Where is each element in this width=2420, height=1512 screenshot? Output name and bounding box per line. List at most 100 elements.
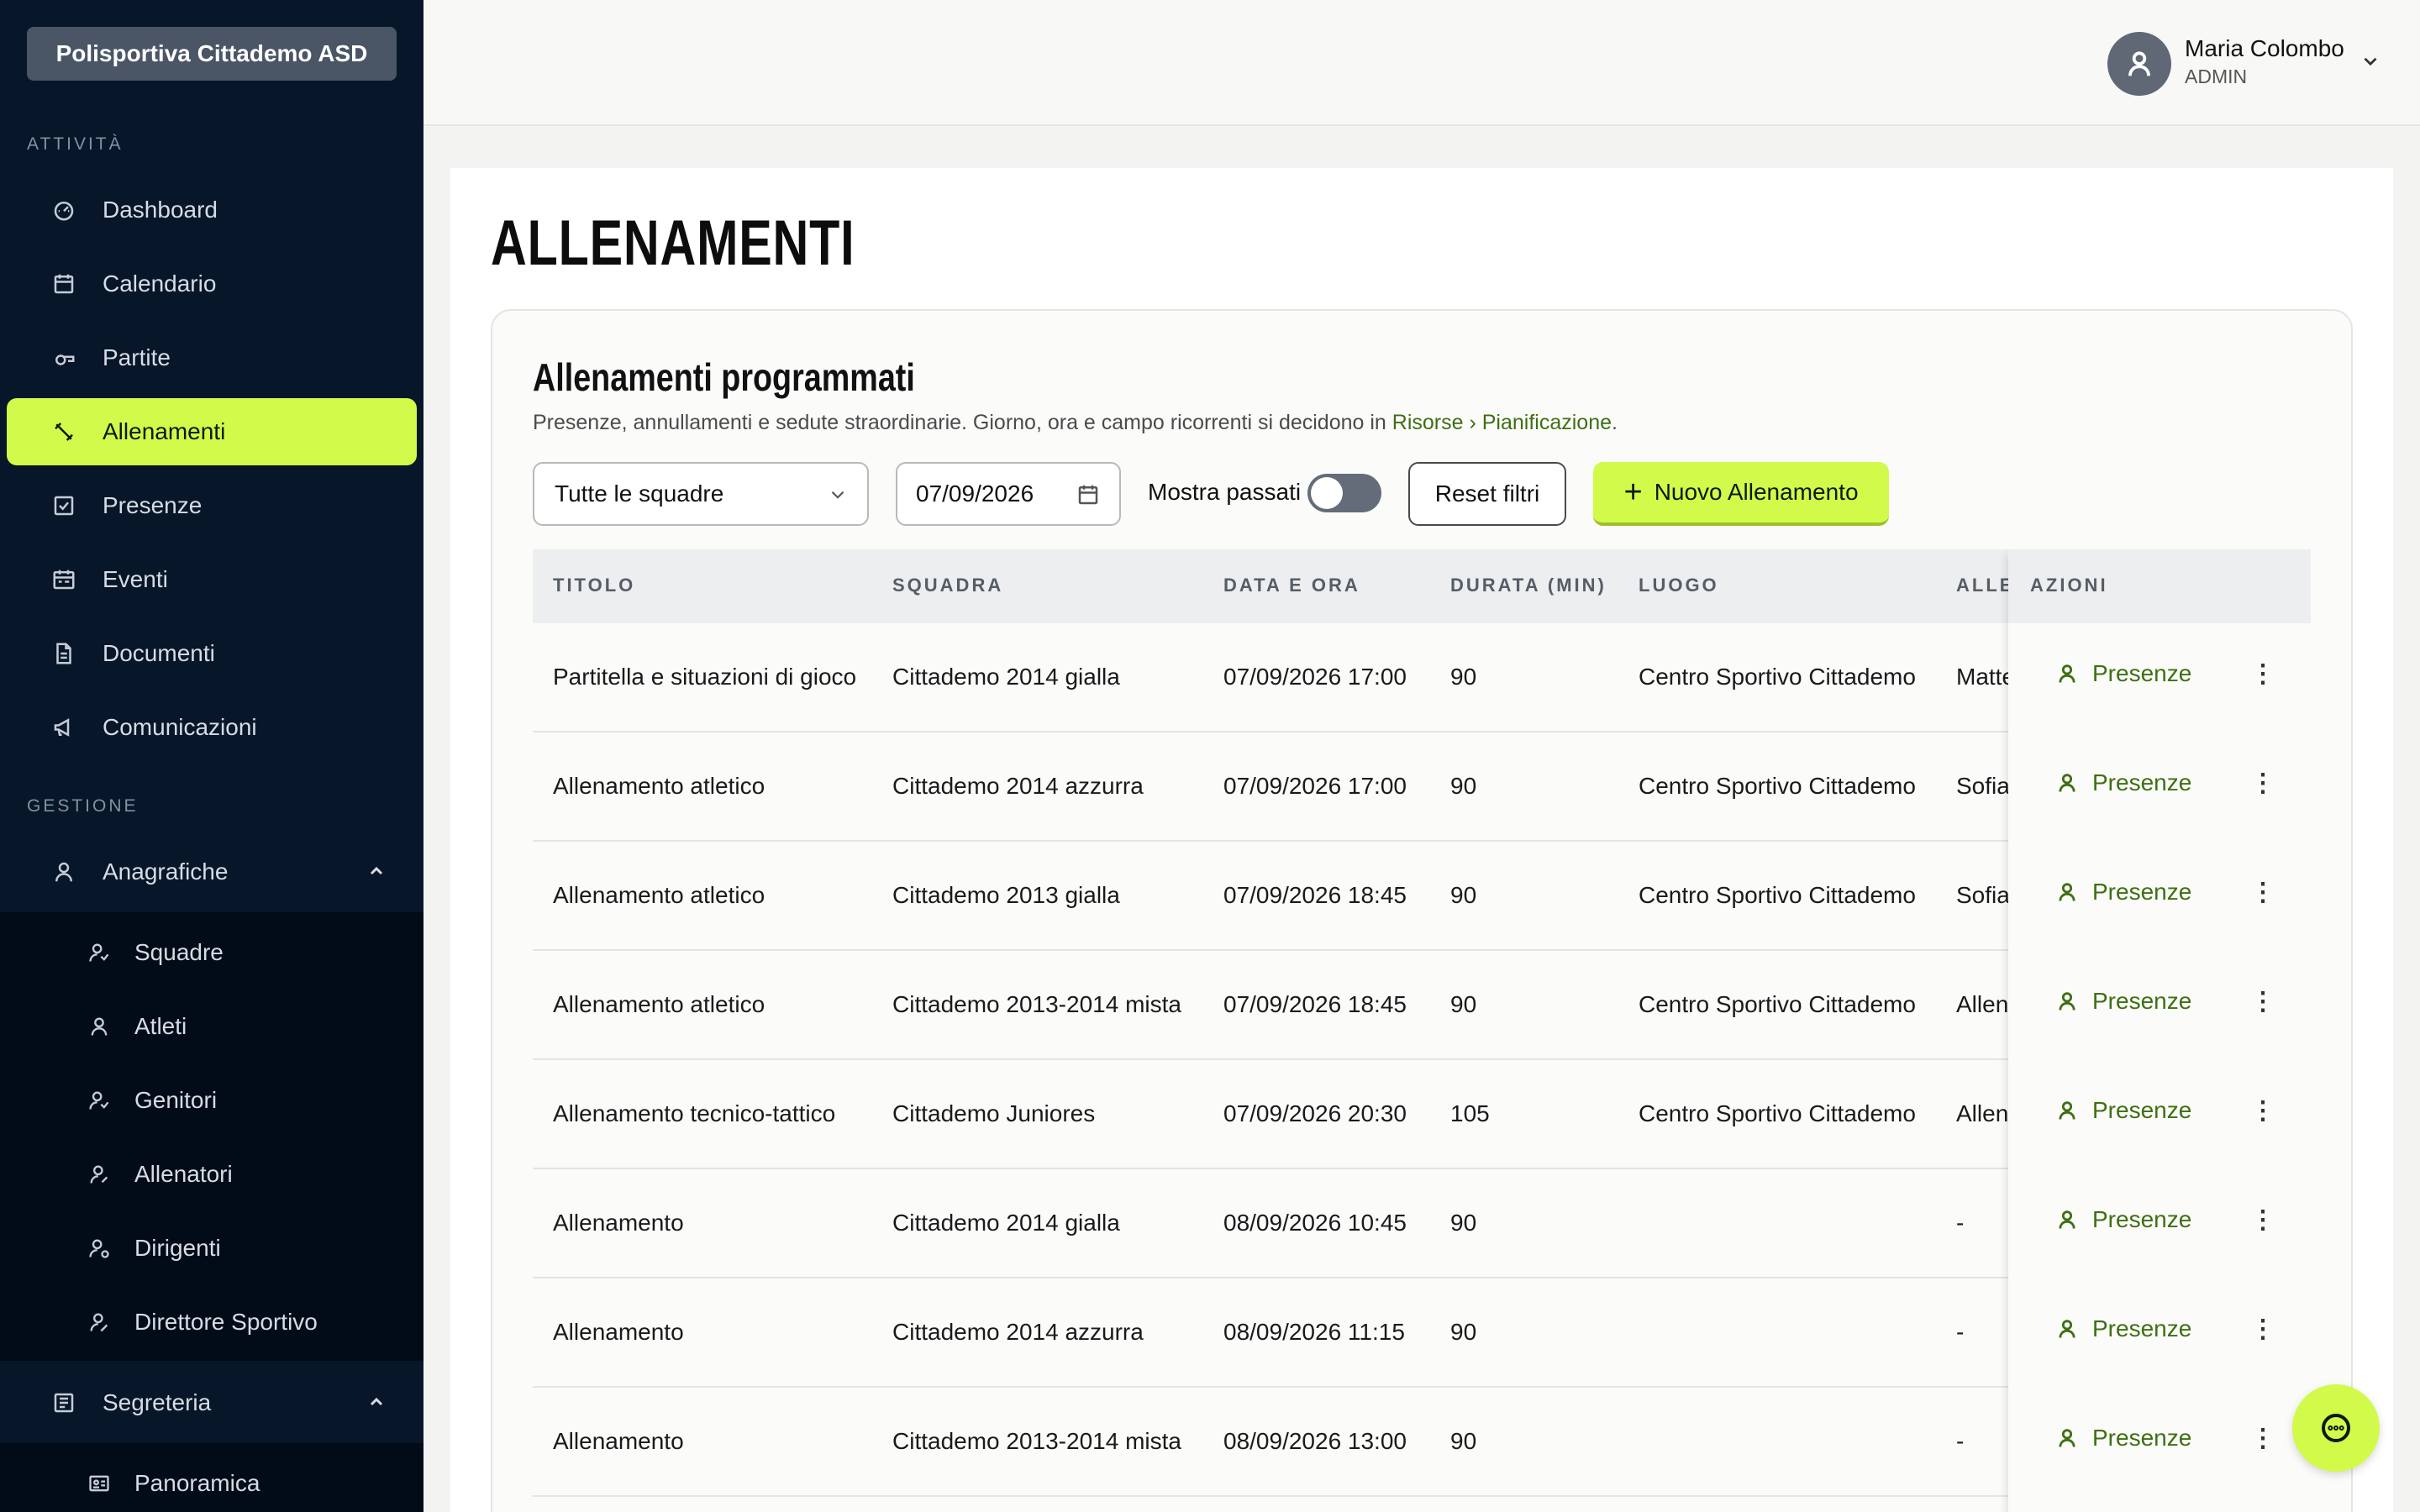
- org-name-button[interactable]: Polisportiva Cittademo ASD: [27, 27, 397, 81]
- cell-squadra: Cittademo 2014 gialla: [892, 664, 1120, 690]
- more-options-icon[interactable]: ⋮: [2250, 771, 2275, 796]
- user-icon: [2059, 1210, 2075, 1229]
- attendance-button[interactable]: Presenze: [2055, 1425, 2191, 1452]
- user-icon: [2059, 664, 2075, 683]
- cell-data: 08/09/2026 11:15: [1223, 1319, 1405, 1345]
- gauge-icon: [47, 193, 81, 227]
- chevron-up-icon[interactable]: [366, 860, 387, 887]
- sidebar-group-label: Segreteria: [103, 1389, 212, 1415]
- card-title: Allenamenti programmati: [533, 355, 915, 399]
- cell-allenatore: Sofia: [1956, 773, 2010, 799]
- column-header-squadra[interactable]: SQUADRA: [892, 575, 1003, 596]
- cell-titolo: Allenamento atletico: [553, 882, 765, 908]
- team-select[interactable]: Tutte le squadre: [533, 462, 869, 526]
- cell-allenatore: -: [1956, 1210, 1965, 1236]
- cell-data: 07/09/2026 17:00: [1223, 773, 1407, 799]
- cell-data: 08/09/2026 13:00: [1223, 1428, 1407, 1454]
- more-options-icon[interactable]: ⋮: [2250, 990, 2275, 1015]
- attendance-button[interactable]: Presenze: [2055, 1097, 2191, 1124]
- cell-allenatore: Sofia: [1956, 882, 2010, 908]
- more-options-icon[interactable]: ⋮: [2250, 880, 2275, 906]
- sidebar-item-squadre[interactable]: Squadre: [0, 919, 424, 986]
- user-icon: [2059, 992, 2075, 1011]
- cell-data: 07/09/2026 20:30: [1223, 1100, 1407, 1126]
- user-edit-icon: [84, 1307, 114, 1337]
- attendance-label: Presenze: [2092, 660, 2192, 686]
- attendance-button[interactable]: Presenze: [2055, 988, 2191, 1015]
- user-icon: [2059, 1320, 2075, 1338]
- sidebar-item-partite[interactable]: Partite: [7, 324, 417, 391]
- new-training-label: Nuovo Allenamento: [1654, 479, 1859, 505]
- users-icon: [84, 937, 114, 968]
- chat-icon: [2322, 1414, 2350, 1442]
- more-options-icon[interactable]: ⋮: [2250, 1426, 2275, 1452]
- chevron-down-icon: [827, 484, 849, 512]
- reset-filters-button[interactable]: Reset filtri: [1408, 462, 1566, 526]
- more-options-icon[interactable]: ⋮: [2250, 1317, 2275, 1342]
- column-header-durata[interactable]: DURATA (MIN): [1450, 575, 1607, 596]
- user-name[interactable]: Maria Colombo: [2185, 35, 2344, 62]
- attendance-button[interactable]: Presenze: [2055, 769, 2191, 796]
- date-filter-input[interactable]: 07/09/2026: [896, 462, 1121, 526]
- chat-button[interactable]: [2292, 1384, 2380, 1472]
- cell-data: 07/09/2026 17:00: [1223, 664, 1407, 690]
- attendance-label: Presenze: [2092, 1206, 2192, 1232]
- sidebar-group-anagrafiche[interactable]: Anagrafiche: [0, 832, 424, 912]
- new-training-button[interactable]: + Nuovo Allenamento: [1593, 462, 1889, 526]
- section-title-management: GESTIONE: [27, 796, 139, 816]
- cell-squadra: Cittademo 2013-2014 mista: [892, 991, 1181, 1017]
- attendance-label: Presenze: [2092, 769, 2192, 795]
- sidebar-item-presenze[interactable]: Presenze: [7, 472, 417, 539]
- attendance-label: Presenze: [2092, 879, 2192, 905]
- column-header-titolo[interactable]: TITOLO: [553, 575, 635, 596]
- user-role: ADMIN: [2185, 66, 2248, 87]
- newspaper-icon: [47, 1386, 81, 1420]
- sidebar-item-atleti[interactable]: Atleti: [0, 993, 424, 1060]
- column-header-data[interactable]: DATA E ORA: [1223, 575, 1360, 596]
- more-options-icon[interactable]: ⋮: [2250, 662, 2275, 687]
- calendar-icon[interactable]: [1076, 482, 1101, 513]
- sidebar-item-genitori[interactable]: Genitori: [0, 1067, 424, 1134]
- sidebar-item-documenti[interactable]: Documenti: [7, 620, 417, 687]
- cell-luogo: Centro Sportivo Cittademo: [1639, 991, 1916, 1017]
- trainings-table: TITOLO SQUADRA DATA E ORA DURATA (MIN) L…: [533, 549, 2311, 1512]
- more-options-icon[interactable]: ⋮: [2250, 1208, 2275, 1233]
- sidebar-item-direttore-sportivo[interactable]: Direttore Sportivo: [0, 1289, 424, 1356]
- attendance-label: Presenze: [2092, 988, 2192, 1014]
- cell-durata: 90: [1450, 1319, 1477, 1345]
- attendance-button[interactable]: Presenze: [2055, 1206, 2191, 1233]
- sidebar-item-allenamenti[interactable]: Allenamenti: [7, 398, 417, 465]
- section-title-activity: ATTIVITÀ: [27, 134, 124, 154]
- show-past-toggle[interactable]: [1307, 474, 1381, 512]
- more-options-icon[interactable]: ⋮: [2250, 1099, 2275, 1124]
- chevron-down-icon[interactable]: [2360, 50, 2381, 76]
- sidebar-item-calendario[interactable]: Calendario: [7, 250, 417, 318]
- cell-titolo: Allenamento: [553, 1428, 684, 1454]
- chevron-up-icon[interactable]: [366, 1391, 387, 1418]
- sidebar-item-dashboard[interactable]: Dashboard: [7, 176, 417, 244]
- sidebar-group-segreteria[interactable]: Segreteria: [0, 1362, 424, 1443]
- attendance-button[interactable]: Presenze: [2055, 660, 2191, 687]
- user-icon: [2128, 51, 2150, 76]
- page-title: ALLENAMENTI: [491, 207, 855, 279]
- cell-durata: 90: [1450, 664, 1477, 690]
- column-header-luogo[interactable]: LUOGO: [1639, 575, 1719, 596]
- attendance-button[interactable]: Presenze: [2055, 1315, 2191, 1342]
- cell-squadra: Cittademo 2013-2014 mista: [892, 1428, 1181, 1454]
- user-cog-icon: [84, 1233, 114, 1263]
- checkbox-icon: [47, 489, 81, 522]
- pianificazione-link[interactable]: Risorse › Pianificazione: [1392, 411, 1612, 434]
- sidebar-item-dirigenti[interactable]: Dirigenti: [0, 1215, 424, 1282]
- cell-titolo: Partitella e situazioni di gioco: [553, 664, 857, 690]
- sidebar-item-label: Direttore Sportivo: [134, 1309, 318, 1335]
- sidebar-item-allenatori[interactable]: Allenatori: [0, 1141, 424, 1208]
- sidebar-item-panoramica[interactable]: Panoramica: [0, 1450, 424, 1512]
- sidebar-item-comunicazioni[interactable]: Comunicazioni: [7, 694, 417, 761]
- avatar[interactable]: [2107, 32, 2171, 96]
- sidebar-item-label: Dirigenti: [134, 1235, 221, 1261]
- attendance-button[interactable]: Presenze: [2055, 879, 2191, 906]
- attendance-label: Presenze: [2092, 1097, 2192, 1123]
- actions-header: AZIONI: [2008, 549, 2311, 623]
- sidebar-item-eventi[interactable]: Eventi: [7, 546, 417, 613]
- cell-allenatore: -: [1956, 1428, 1965, 1454]
